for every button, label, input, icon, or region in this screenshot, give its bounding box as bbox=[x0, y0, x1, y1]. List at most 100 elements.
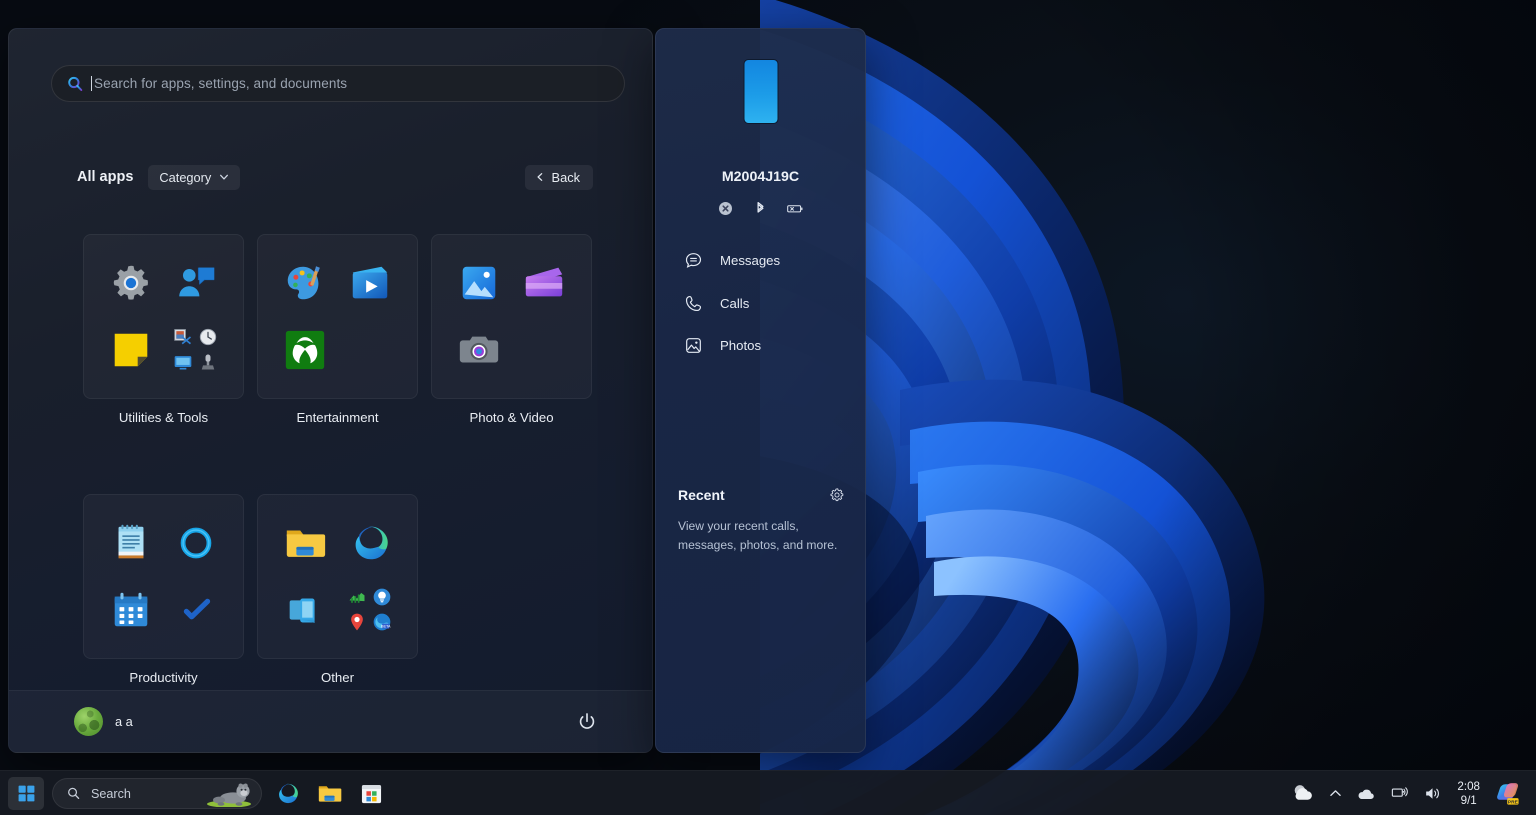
device-name: M2004J19C bbox=[721, 169, 800, 185]
media-player-icon bbox=[353, 266, 388, 299]
tile-icon-box bbox=[83, 234, 244, 399]
phone-nav-calls[interactable]: Calls bbox=[656, 288, 865, 318]
network-icon bbox=[1392, 787, 1409, 797]
taskbar-search-label: Search bbox=[91, 786, 131, 801]
steps-recorder-icon bbox=[201, 354, 214, 370]
category-tile-grid: Utilities & Tools Entertainment Photo & … bbox=[83, 234, 603, 685]
cortana-icon bbox=[180, 527, 212, 559]
tips-lightbulb-icon bbox=[373, 588, 391, 606]
paint-icon bbox=[287, 265, 320, 300]
taskbar-app-microsoft-store[interactable] bbox=[354, 777, 388, 811]
tray-date: 9/1 bbox=[1460, 793, 1477, 807]
copilot-pre-icon: PRE bbox=[1497, 782, 1519, 805]
user-name: a a bbox=[115, 714, 133, 729]
recent-section-header: Recent bbox=[678, 484, 845, 506]
sticky-notes-icon bbox=[114, 333, 148, 367]
settings-gear-icon bbox=[113, 265, 148, 300]
todo-icon bbox=[184, 598, 211, 620]
get-help-icon bbox=[179, 267, 215, 297]
battery-error-icon bbox=[787, 205, 803, 213]
search-input[interactable]: Search for apps, settings, and documents bbox=[51, 65, 625, 102]
tray-volume[interactable] bbox=[1416, 777, 1449, 811]
system-tray: 2:08 9/1 PRE bbox=[1283, 771, 1528, 815]
calendar-icon bbox=[114, 593, 148, 627]
phone-link-panel: M2004J19C Messages Calls Photos Recent V… bbox=[655, 28, 866, 753]
tray-weather[interactable] bbox=[1283, 777, 1322, 811]
tray-copilot[interactable]: PRE bbox=[1488, 777, 1528, 811]
phone-screen-thumbnail[interactable] bbox=[743, 59, 778, 124]
power-icon[interactable] bbox=[576, 711, 598, 733]
back-button[interactable]: Back bbox=[524, 164, 593, 190]
tray-clock[interactable]: 2:08 9/1 bbox=[1449, 775, 1488, 813]
file-explorer-icon bbox=[286, 530, 325, 557]
money-icon bbox=[349, 593, 365, 604]
tile-label: Utilities & Tools bbox=[118, 410, 209, 425]
tile-icon-box bbox=[83, 494, 244, 659]
edge-icon bbox=[355, 526, 388, 560]
tile-label: Other bbox=[321, 670, 354, 685]
category-dropdown[interactable]: Category bbox=[148, 164, 241, 190]
signal-off-icon bbox=[719, 202, 732, 215]
edge-icon bbox=[278, 783, 298, 804]
taskbar-search-box[interactable]: Search bbox=[52, 778, 262, 809]
tools-folder-group-icon bbox=[173, 327, 219, 373]
svg-text:PRE: PRE bbox=[1508, 799, 1519, 805]
messages-icon bbox=[685, 252, 702, 268]
taskbar-app-edge[interactable] bbox=[270, 777, 304, 811]
tile-label: Photo & Video bbox=[469, 410, 554, 425]
search-icon bbox=[68, 76, 83, 91]
camera-icon bbox=[459, 336, 498, 363]
gorilla-illustration bbox=[207, 783, 251, 807]
clock-icon bbox=[199, 329, 216, 346]
bluetooth-icon bbox=[757, 202, 764, 213]
taskbar-app-file-explorer[interactable] bbox=[312, 777, 346, 811]
snipping-tool-icon bbox=[174, 329, 192, 345]
phone-nav-photos[interactable]: Photos bbox=[656, 330, 865, 360]
tray-onedrive[interactable] bbox=[1349, 777, 1383, 811]
tile-icon-box: BETA bbox=[257, 494, 418, 659]
photos-icon bbox=[462, 266, 496, 300]
weather-cloud-icon bbox=[1295, 785, 1313, 800]
phone-nav-label: Calls bbox=[720, 295, 750, 311]
volume-icon bbox=[1426, 788, 1440, 799]
text-caret bbox=[91, 76, 92, 91]
remote-desktop-icon bbox=[174, 355, 192, 370]
taskbar: Search 2:08 9/1 PRE bbox=[0, 770, 1536, 815]
recent-description: View your recent calls, messages, photos… bbox=[678, 519, 838, 552]
search-placeholder: Search for apps, settings, and documents bbox=[94, 76, 348, 91]
apps-header: All apps Category Back bbox=[77, 164, 593, 190]
category-tile-entertainment[interactable]: Entertainment bbox=[257, 234, 418, 425]
clipchamp-icon bbox=[526, 267, 563, 297]
tray-network[interactable] bbox=[1383, 777, 1416, 811]
phone-nav-label: Messages bbox=[720, 252, 781, 268]
category-tile-photo-video[interactable]: Photo & Video bbox=[431, 234, 592, 425]
windows-start-button[interactable] bbox=[8, 777, 44, 810]
gear-icon[interactable] bbox=[829, 487, 845, 503]
photos-gallery-icon bbox=[686, 337, 701, 353]
chevron-left-icon bbox=[537, 173, 542, 181]
tray-chevron-up[interactable] bbox=[1322, 777, 1349, 811]
chevron-down-icon bbox=[220, 174, 229, 180]
tile-label: Entertainment bbox=[296, 410, 379, 425]
onedrive-cloud-icon bbox=[1358, 789, 1375, 799]
recent-title: Recent bbox=[678, 487, 725, 503]
phone-nav-messages[interactable]: Messages bbox=[656, 245, 865, 275]
device-status-row bbox=[656, 199, 865, 218]
edge-beta-icon: BETA bbox=[373, 613, 391, 631]
category-tile-other[interactable]: BETA Other bbox=[257, 494, 418, 685]
category-tile-utilities-tools[interactable]: Utilities & Tools bbox=[83, 234, 244, 425]
windows-bloom-graphic bbox=[760, 0, 1536, 815]
avatar bbox=[74, 707, 103, 736]
phone-nav-label: Photos bbox=[720, 337, 762, 353]
maps-pin-icon bbox=[351, 613, 364, 631]
phone-call-icon bbox=[685, 295, 702, 311]
phone-link-icon bbox=[289, 598, 315, 624]
start-menu-panel: Search for apps, settings, and documents… bbox=[8, 28, 653, 753]
tile-icon-box bbox=[257, 234, 418, 399]
user-account-button[interactable]: a a bbox=[74, 707, 133, 736]
search-icon bbox=[68, 787, 80, 799]
svg-text:BETA: BETA bbox=[381, 624, 391, 628]
xbox-icon bbox=[285, 331, 324, 370]
category-tile-productivity[interactable]: Productivity bbox=[83, 494, 244, 685]
file-explorer-icon bbox=[318, 786, 341, 802]
